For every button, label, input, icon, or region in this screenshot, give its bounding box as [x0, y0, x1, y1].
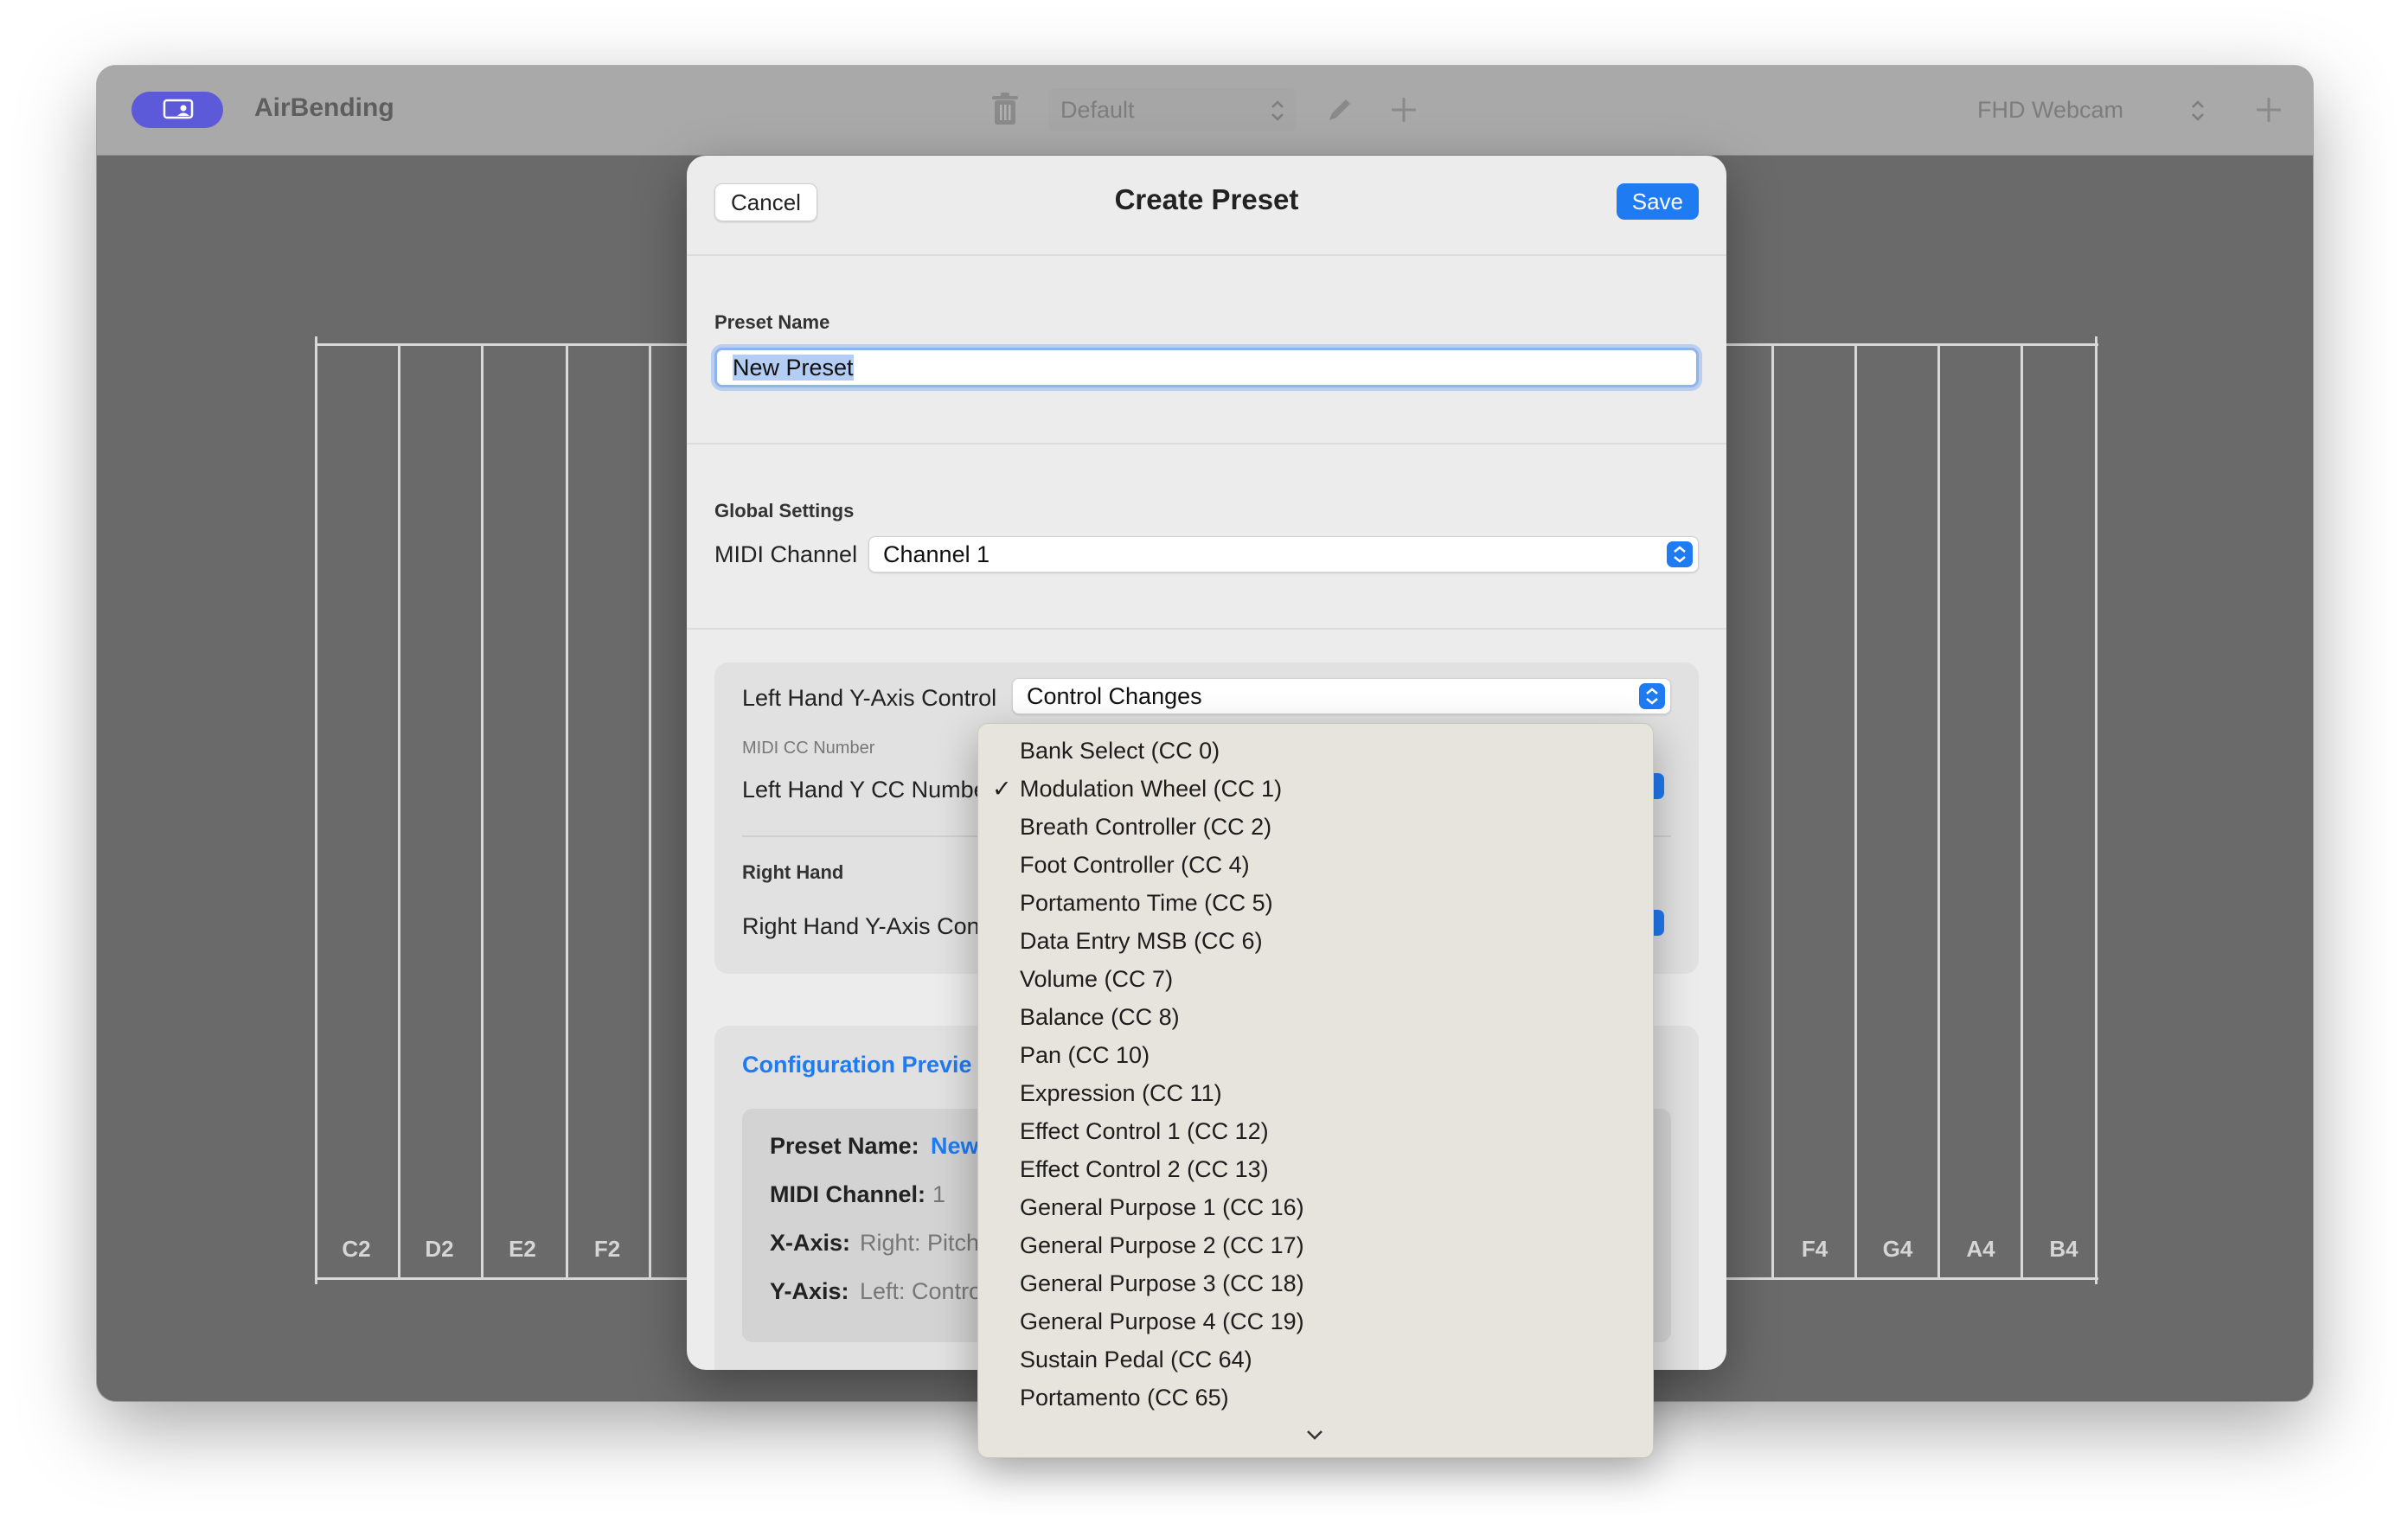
up-down-chevron-icon: [1667, 541, 1693, 567]
keyboard-key-divider: [1854, 343, 1857, 1279]
menu-item[interactable]: General Purpose 1 (CC 16): [1020, 1194, 1304, 1221]
menu-item[interactable]: Data Entry MSB (CC 6): [1020, 928, 1263, 955]
preset-select[interactable]: Default: [1048, 88, 1296, 131]
keyboard-key-divider: [481, 343, 484, 1279]
pencil-icon[interactable]: [1325, 95, 1354, 125]
menu-item[interactable]: Sustain Pedal (CC 64): [1020, 1347, 1252, 1373]
keyboard-key-divider: [1771, 343, 1774, 1279]
preset-select-value: Default: [1060, 97, 1135, 123]
preview-midi-channel-val: 1: [932, 1181, 946, 1207]
preview-midi-channel-key: MIDI Channel:: [770, 1181, 925, 1207]
section-divider: [687, 628, 1726, 630]
titlebar: AirBending Default FHD Webcam: [97, 66, 2313, 156]
up-down-chevron-icon: [1271, 100, 1284, 121]
left-hand-y-select[interactable]: Control Changes: [1012, 678, 1671, 714]
key-label-c2: C2: [342, 1236, 371, 1262]
keyboard-key-divider: [315, 336, 317, 1284]
camera-select[interactable]: FHD Webcam: [1965, 88, 2216, 131]
preset-name-value: New Preset: [733, 355, 854, 381]
up-down-chevron-icon: [1639, 683, 1665, 709]
right-hand-y-label: Right Hand Y-Axis Con: [742, 913, 980, 939]
preview-x-axis-val: Right: Pitch: [860, 1230, 980, 1256]
menu-item[interactable]: Pan (CC 10): [1020, 1042, 1150, 1069]
preset-name-label: Preset Name: [714, 311, 830, 333]
app-title: AirBending: [254, 93, 394, 122]
midi-channel-select[interactable]: Channel 1: [868, 536, 1699, 573]
global-settings-label: Global Settings: [714, 500, 855, 521]
menu-item[interactable]: General Purpose 4 (CC 19): [1020, 1308, 1304, 1335]
key-label-e2: E2: [509, 1236, 536, 1262]
left-hand-y-label: Left Hand Y-Axis Control: [742, 685, 997, 711]
add-preset-icon[interactable]: [1389, 95, 1419, 125]
sheet-header: Cancel Create Preset Save: [687, 156, 1726, 256]
preview-preset-name-key: Preset Name:: [770, 1133, 919, 1159]
left-hand-y-value: Control Changes: [1027, 683, 1202, 709]
key-label-d2: D2: [425, 1236, 454, 1262]
camera-preview-icon: [163, 99, 194, 119]
cc-dropdown-menu: ✓ Bank Select (CC 0) Modulation Wheel (C…: [977, 723, 1654, 1458]
scroll-down-chevron-icon[interactable]: [1303, 1426, 1326, 1443]
menu-item[interactable]: Bank Select (CC 0): [1020, 738, 1220, 764]
sheet-title: Create Preset: [1114, 183, 1299, 215]
preview-y-axis-key: Y-Axis:: [770, 1278, 849, 1304]
keyboard-key-divider: [1937, 343, 1940, 1279]
menu-item[interactable]: Balance (CC 8): [1020, 1004, 1180, 1031]
preview-x-axis-key: X-Axis:: [770, 1230, 851, 1256]
right-hand-label: Right Hand: [742, 861, 844, 883]
key-label-b4: B4: [2049, 1236, 2078, 1262]
keyboard-key-divider: [2021, 343, 2023, 1279]
midi-cc-number-label: MIDI CC Number: [742, 739, 875, 758]
preset-name-input[interactable]: New Preset: [714, 348, 1699, 387]
menu-item[interactable]: Portamento Time (CC 5): [1020, 890, 1273, 917]
menu-item[interactable]: Foot Controller (CC 4): [1020, 852, 1250, 879]
key-label-f4: F4: [1801, 1236, 1828, 1262]
camera-toggle-button[interactable]: [131, 92, 223, 128]
keyboard-key-divider: [566, 343, 568, 1279]
trash-icon[interactable]: [991, 92, 1019, 126]
menu-item[interactable]: Effect Control 1 (CC 12): [1020, 1118, 1269, 1145]
menu-item[interactable]: Effect Control 2 (CC 13): [1020, 1156, 1269, 1183]
camera-select-value: FHD Webcam: [1977, 97, 2124, 123]
key-label-a4: A4: [1966, 1236, 1995, 1262]
menu-item[interactable]: General Purpose 2 (CC 17): [1020, 1232, 1304, 1259]
menu-item[interactable]: Modulation Wheel (CC 1): [1020, 776, 1282, 803]
keyboard-key-divider: [649, 343, 651, 1279]
preview-y-axis-val: Left: Contro: [860, 1278, 983, 1304]
preview-title: Configuration Previe: [742, 1052, 972, 1078]
left-hand-cc-label: Left Hand Y CC Numbe: [742, 777, 987, 803]
menu-item[interactable]: Expression (CC 11): [1020, 1080, 1222, 1107]
keyboard-key-divider: [398, 343, 400, 1279]
save-button[interactable]: Save: [1616, 183, 1699, 220]
midi-channel-value: Channel 1: [883, 541, 990, 567]
midi-channel-label: MIDI Channel: [714, 541, 858, 567]
menu-item[interactable]: Portamento (CC 65): [1020, 1385, 1229, 1411]
up-down-chevron-icon: [2192, 100, 2204, 121]
menu-item[interactable]: Breath Controller (CC 2): [1020, 814, 1271, 841]
menu-item[interactable]: General Purpose 3 (CC 18): [1020, 1270, 1304, 1297]
keyboard-key-divider: [2095, 336, 2097, 1284]
section-divider: [687, 443, 1726, 445]
menu-item[interactable]: Volume (CC 7): [1020, 966, 1173, 993]
key-label-f2: F2: [593, 1236, 621, 1262]
checkmark-icon: ✓: [992, 776, 1012, 802]
add-camera-icon[interactable]: [2254, 95, 2283, 125]
key-label-g4: G4: [1882, 1236, 1913, 1262]
preview-preset-name-val: New: [931, 1133, 979, 1159]
